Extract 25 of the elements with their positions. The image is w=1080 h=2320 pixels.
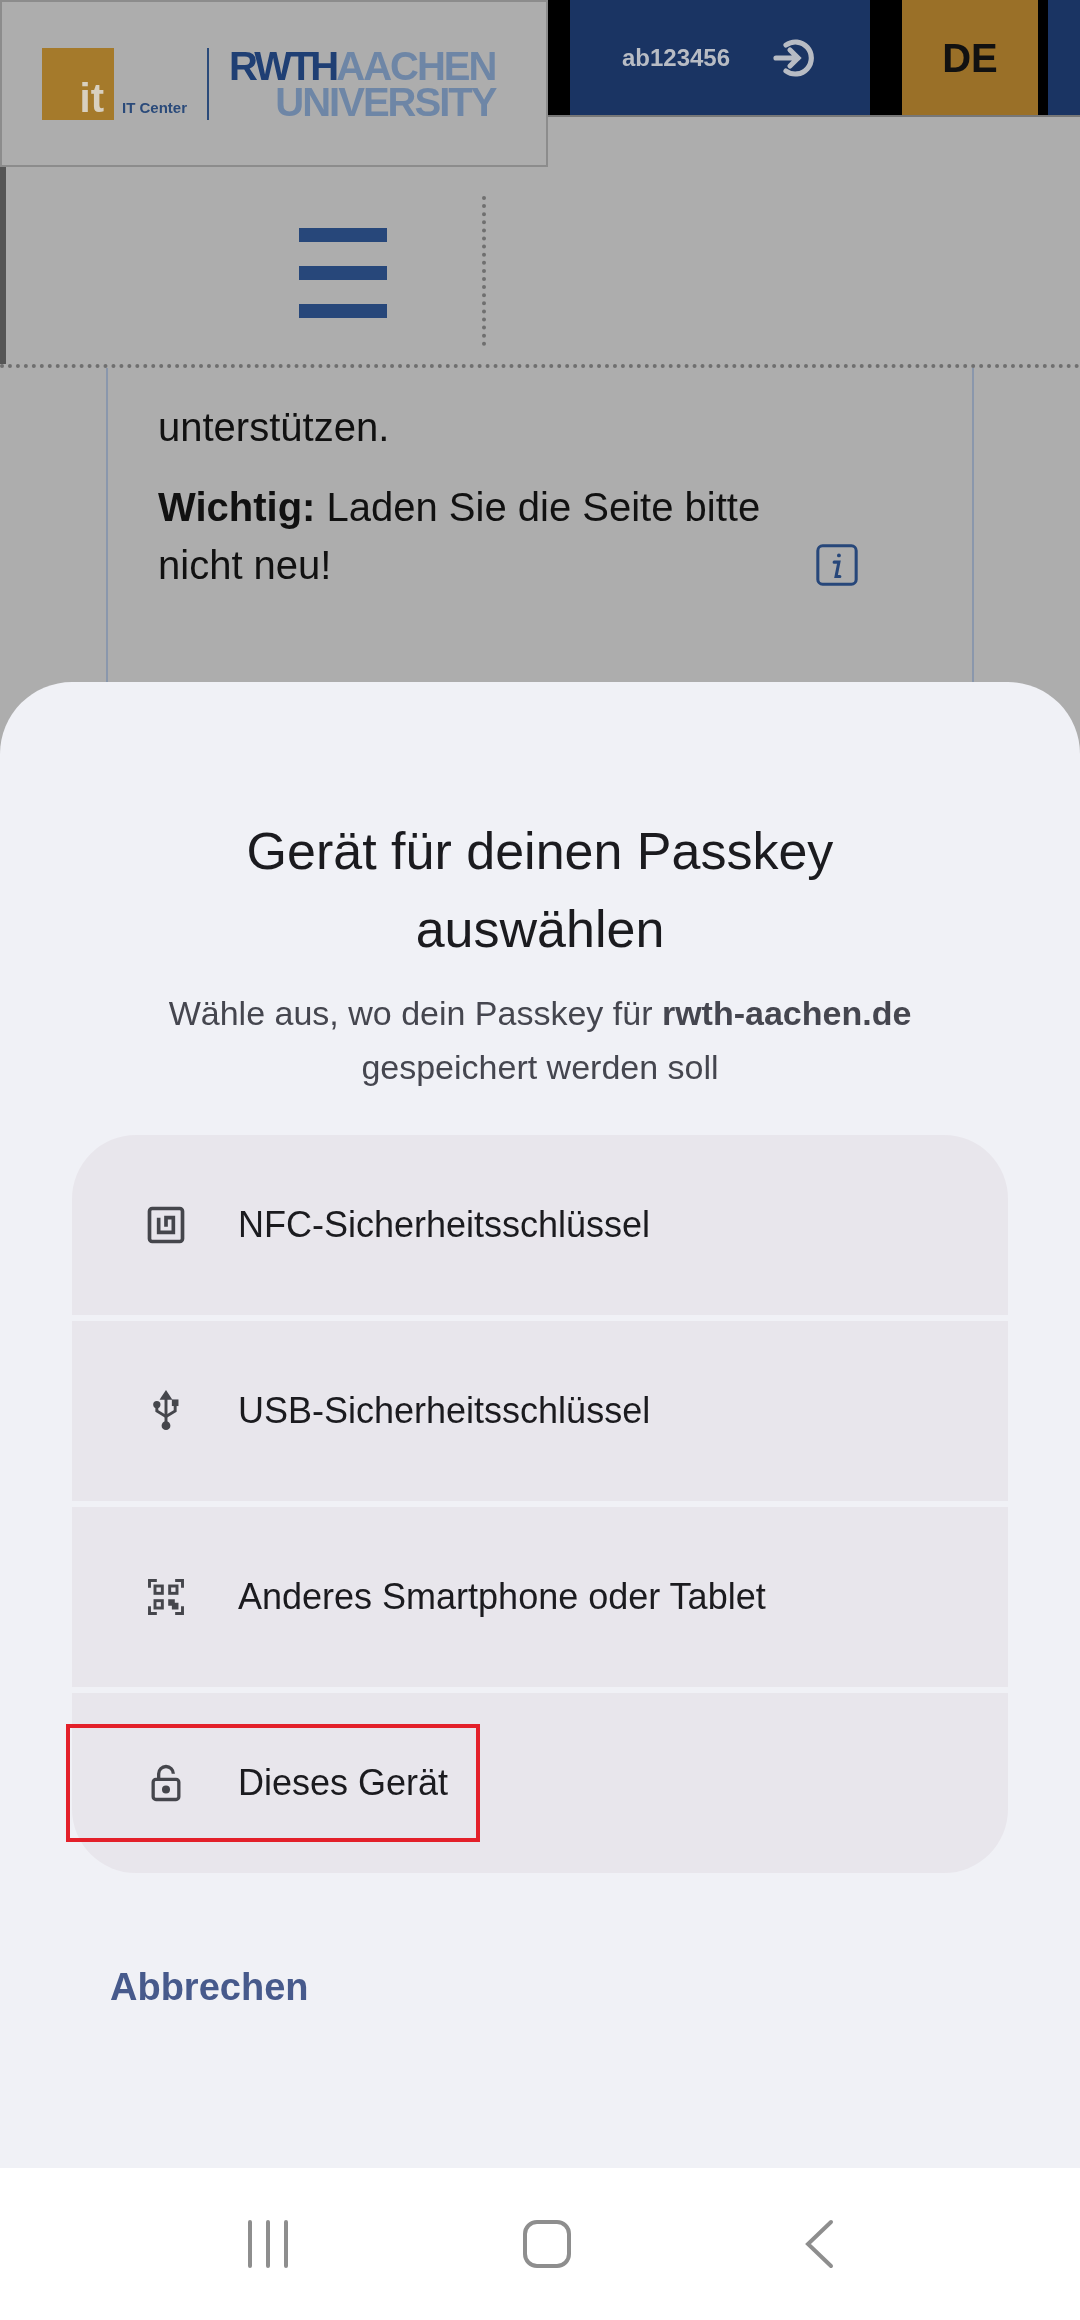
option-item[interactable]: USB-Sicherheitsschlüssel xyxy=(72,1320,1008,1501)
option-label: Dieses Gerät xyxy=(238,1760,449,1805)
info-icon[interactable] xyxy=(814,542,860,588)
option-label: USB-Sicherheitsschlüssel xyxy=(238,1388,651,1433)
page-text: Wichtig: Laden Sie die Seite bitte nicht neu! xyxy=(158,484,762,589)
option-label: Anderes Smartphone oder Tablet xyxy=(238,1574,766,1619)
language-button[interactable]: DE xyxy=(902,0,1038,115)
logo-wordmark: UNIVERSITY xyxy=(275,83,496,120)
logo-badge: it xyxy=(42,47,114,120)
logo-panel[interactable]: it IT Center RWTHAACHEN UNIVERSITY xyxy=(0,0,548,167)
sheet-title: Gerät für deinen Passkey auswählen xyxy=(245,821,835,960)
option-item[interactable]: Anderes Smartphone oder Tablet xyxy=(72,1506,1008,1687)
page-text: unterstützen. xyxy=(158,404,390,451)
menu-button[interactable] xyxy=(296,226,390,320)
option-item[interactable]: NFC-Sicherheitsschlüssel xyxy=(72,1134,1008,1315)
recent-apps-icon[interactable] xyxy=(246,2219,291,2269)
back-icon[interactable] xyxy=(803,2219,834,2269)
cancel-button[interactable]: Abbrechen xyxy=(110,1958,309,2016)
home-icon[interactable] xyxy=(523,2220,571,2268)
sheet-subtitle: Wähle aus, wo dein Passkey für rwth-aachen.de gespeichert werden soll xyxy=(167,993,913,1089)
logo-subtitle: IT Center xyxy=(122,98,187,118)
logo-wordmark: AACHEN xyxy=(336,47,496,84)
logo-wordmark: RWTH xyxy=(229,47,337,84)
user-login-button[interactable]: ab123456 xyxy=(570,0,870,115)
option-label: NFC-Sicherheitsschlüssel xyxy=(238,1202,651,1247)
